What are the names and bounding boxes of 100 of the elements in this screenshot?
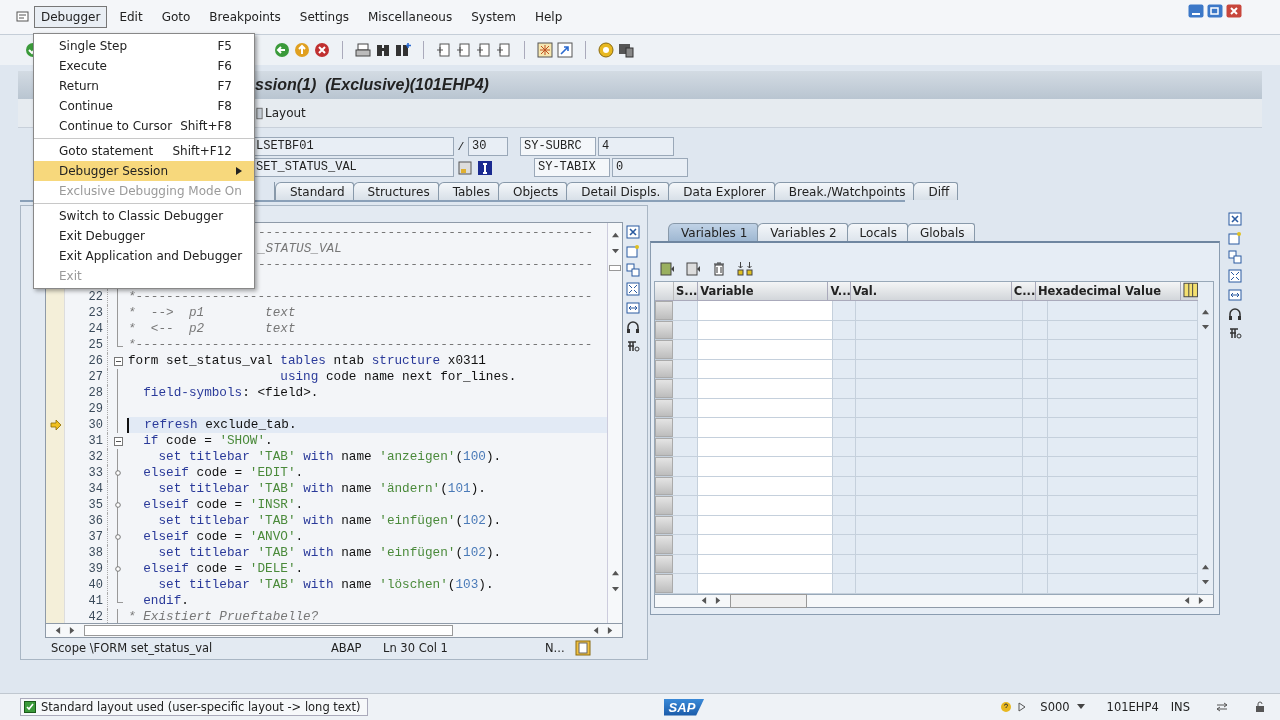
scroll-up-icon[interactable]: [1201, 308, 1210, 315]
collapse-icon[interactable]: [113, 436, 123, 446]
column-header[interactable]: S...: [674, 282, 699, 300]
table-cell[interactable]: [698, 535, 833, 554]
binoculars-plus-icon[interactable]: [395, 42, 411, 58]
close-icon[interactable]: [626, 225, 640, 239]
scroll-down-icon[interactable]: [610, 586, 620, 593]
menu-item[interactable]: Goto statement Shift+F12: [34, 141, 254, 161]
edit-row-icon[interactable]: [685, 261, 701, 277]
tab[interactable]: Variables 1: [668, 223, 759, 241]
scroll-up-icon[interactable]: [610, 569, 620, 576]
maximize-icon[interactable]: [626, 282, 640, 296]
menu-item[interactable]: System: [464, 6, 523, 28]
variable-name-field[interactable]: SY-SUBRC: [520, 137, 596, 156]
scroll-right-icon[interactable]: [69, 626, 76, 635]
lock-icon[interactable]: [1254, 701, 1266, 713]
scroll-up-icon[interactable]: [1201, 562, 1210, 570]
scroll-thumb[interactable]: [609, 265, 621, 271]
scroll-left-icon[interactable]: [592, 626, 599, 635]
sort-icon[interactable]: [737, 261, 753, 277]
tools-icon[interactable]: [626, 339, 640, 353]
scroll-thumb[interactable]: [84, 625, 453, 636]
headset-icon[interactable]: [1228, 307, 1242, 321]
variable-value-field[interactable]: 0: [612, 158, 688, 177]
table-cell[interactable]: [698, 457, 833, 476]
tab[interactable]: Objects: [497, 182, 568, 200]
menu-item[interactable]: Debugger Session: [34, 161, 254, 181]
scrollbar[interactable]: [45, 623, 623, 638]
menu-item[interactable]: Switch to Classic Debugger: [34, 206, 254, 226]
scroll-down-icon[interactable]: [1201, 578, 1210, 586]
menu-item[interactable]: Continue F8: [34, 96, 254, 116]
scroll-right-icon[interactable]: [715, 596, 722, 605]
scroll-right-icon[interactable]: [1198, 596, 1205, 605]
print-icon[interactable]: [355, 42, 371, 58]
routine-field[interactable]: SET_STATUS_VAL: [252, 158, 454, 177]
scrollbar[interactable]: [607, 223, 622, 623]
resize-icon[interactable]: [626, 301, 640, 315]
info-icon[interactable]: [477, 159, 493, 176]
headset-icon[interactable]: [626, 320, 640, 334]
insert-row-icon[interactable]: [659, 261, 675, 277]
scroll-down-icon[interactable]: [610, 248, 620, 255]
row-selector[interactable]: [655, 418, 673, 437]
new-tool-icon[interactable]: [626, 244, 640, 258]
row-selector[interactable]: [655, 574, 673, 593]
delete-icon[interactable]: [711, 261, 727, 277]
page-icon[interactable]: [436, 42, 452, 58]
menu-item[interactable]: Breakpoints: [202, 6, 288, 28]
column-header[interactable]: V...: [828, 282, 851, 300]
menu-item[interactable]: Exit Debugger: [34, 226, 254, 246]
table-cell[interactable]: [698, 418, 833, 437]
swap-icon[interactable]: [1228, 250, 1242, 264]
tab[interactable]: Data Explorer: [668, 182, 775, 200]
tab[interactable]: Standard: [275, 182, 354, 200]
row-selector[interactable]: [655, 340, 673, 359]
line-field[interactable]: 30: [468, 137, 508, 156]
variable-name-field[interactable]: SY-TABIX: [534, 158, 610, 177]
tab[interactable]: Tables: [437, 182, 499, 200]
table-cell[interactable]: [698, 574, 833, 593]
resize-icon[interactable]: [1228, 288, 1242, 302]
scroll-left-icon[interactable]: [700, 596, 707, 605]
column-layout-icon[interactable]: [1182, 282, 1198, 298]
row-selector[interactable]: [655, 301, 673, 320]
menu-item[interactable]: Edit: [112, 6, 150, 28]
row-selector[interactable]: [655, 457, 673, 476]
column-header[interactable]: C...: [1011, 282, 1036, 300]
maximize-icon[interactable]: [1228, 269, 1242, 283]
scroll-down-icon[interactable]: [1201, 324, 1210, 331]
back-icon[interactable]: [274, 42, 290, 58]
new-window-icon[interactable]: [537, 42, 553, 58]
minimize-icon[interactable]: [1188, 4, 1204, 18]
column-header[interactable]: Hexadecimal Value: [1035, 282, 1181, 300]
tab[interactable]: Detail Displs.: [566, 182, 670, 200]
tab[interactable]: Diff: [913, 182, 959, 200]
menu-item[interactable]: Exit Application and Debugger: [34, 246, 254, 266]
program-field[interactable]: LSETBF01: [252, 137, 454, 156]
tab[interactable]: Locals: [846, 223, 908, 241]
menu-item[interactable]: Return F7: [34, 76, 254, 96]
column-header[interactable]: Variable: [698, 282, 829, 300]
page-icon[interactable]: [496, 42, 512, 58]
menu-item[interactable]: Goto: [154, 6, 198, 28]
table-cell[interactable]: [698, 379, 833, 398]
row-selector[interactable]: [655, 379, 673, 398]
menu-item[interactable]: Single Step F5: [34, 36, 254, 56]
binoculars-icon[interactable]: [375, 42, 391, 58]
layout-button[interactable]: Layout: [253, 104, 309, 122]
swap-icon[interactable]: [626, 263, 640, 277]
menu-item[interactable]: Debugger: [34, 6, 108, 28]
scroll-up-icon[interactable]: [610, 231, 620, 238]
dropdown-icon[interactable]: [1076, 704, 1085, 710]
arrows-icon[interactable]: [1216, 701, 1228, 713]
tab[interactable]: Globals: [906, 223, 976, 241]
table-cell[interactable]: [698, 301, 833, 320]
menu-icon[interactable]: [16, 11, 30, 23]
row-selector[interactable]: [655, 496, 673, 515]
tools-icon[interactable]: [1228, 326, 1242, 340]
menu-item[interactable]: Execute F6: [34, 56, 254, 76]
close-icon[interactable]: [1228, 212, 1242, 226]
scroll-right-icon[interactable]: [607, 626, 614, 635]
page-icon[interactable]: [476, 42, 492, 58]
table-cell[interactable]: [698, 496, 833, 515]
